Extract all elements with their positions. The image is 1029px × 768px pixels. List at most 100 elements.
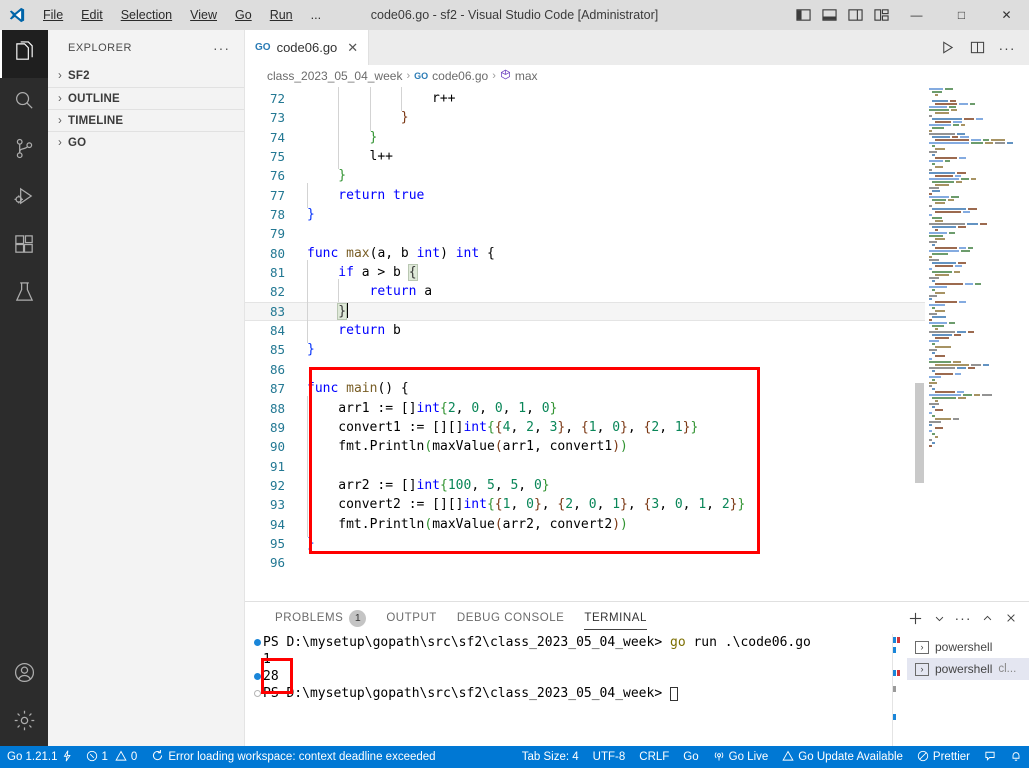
code-line[interactable]: 80 func max(a, b int) int { bbox=[245, 244, 925, 263]
editor-scrollbar-thumb[interactable] bbox=[915, 383, 924, 483]
terminal-output[interactable]: PS D:\mysetup\gopath\src\sf2\class_2023_… bbox=[245, 634, 892, 746]
breadcrumb-folder[interactable]: class_2023_05_04_week bbox=[267, 69, 402, 83]
code-line[interactable]: 78} bbox=[245, 205, 925, 224]
code-line[interactable]: 81 if a > b { bbox=[245, 260, 925, 286]
sidebar-item-go[interactable]: › GO bbox=[48, 131, 244, 153]
code-line[interactable]: 90 fmt.Println(maxValue(arr1, convert1)) bbox=[245, 434, 925, 460]
code-line[interactable]: 91 bbox=[245, 453, 925, 480]
status-eol[interactable]: CRLF bbox=[632, 746, 676, 768]
code-token: (a, b bbox=[369, 245, 417, 261]
minimize-button[interactable]: — bbox=[894, 0, 939, 30]
code-line[interactable]: 86 bbox=[245, 360, 925, 379]
code-line[interactable]: 96 bbox=[245, 553, 925, 572]
activity-item-testing[interactable] bbox=[0, 270, 48, 318]
breadcrumb-symbol[interactable]: max bbox=[500, 69, 538, 83]
activity-item-source-control[interactable] bbox=[0, 126, 48, 174]
minimap-line bbox=[925, 444, 1029, 447]
status-workspace-error[interactable]: Error loading workspace: context deadlin… bbox=[144, 746, 442, 768]
minimap-segment bbox=[929, 423, 932, 426]
run-icon[interactable] bbox=[933, 30, 961, 65]
code-line[interactable]: 79 bbox=[245, 224, 925, 243]
activity-item-search[interactable] bbox=[0, 78, 48, 126]
menu-go[interactable]: Go bbox=[226, 4, 261, 26]
code-line[interactable]: 72 r++ bbox=[245, 87, 925, 112]
menu-view[interactable]: View bbox=[181, 4, 226, 26]
menu-more[interactable]: ... bbox=[302, 4, 330, 26]
more-actions-icon[interactable]: ··· bbox=[951, 602, 975, 634]
editor-vertical-scrollbar[interactable] bbox=[915, 87, 925, 601]
code-line[interactable]: 94 fmt.Println(maxValue(arr2, convert2)) bbox=[245, 511, 925, 538]
tab-close-icon[interactable]: ✕ bbox=[347, 40, 358, 56]
terminal-list-item[interactable]: › powershell cl... bbox=[907, 658, 1029, 680]
code-line[interactable]: 73 } bbox=[245, 105, 925, 132]
menu-selection[interactable]: Selection bbox=[112, 4, 181, 26]
breadcrumb-file[interactable]: GO code06.go bbox=[414, 69, 488, 83]
minimap[interactable] bbox=[925, 87, 1029, 601]
status-tab-size[interactable]: Tab Size: 4 bbox=[515, 746, 586, 768]
sidebar-item-sf2[interactable]: › SF2 bbox=[48, 65, 244, 87]
code-line[interactable]: 74 } bbox=[245, 124, 925, 151]
activity-item-accounts[interactable] bbox=[0, 650, 48, 698]
code-token: 2 bbox=[565, 497, 574, 513]
chevron-down-icon[interactable] bbox=[927, 602, 951, 634]
minimap-segment bbox=[935, 147, 945, 150]
code-line[interactable]: 84 return b bbox=[245, 318, 925, 344]
code-line[interactable]: 77 return true bbox=[245, 182, 925, 209]
code-line[interactable]: 82 return a bbox=[245, 279, 925, 306]
code-line[interactable]: 85} bbox=[245, 340, 925, 359]
menu-file[interactable]: File bbox=[34, 4, 72, 26]
line-number: 79 bbox=[269, 226, 285, 242]
status-encoding[interactable]: UTF-8 bbox=[586, 746, 633, 768]
menu-edit[interactable]: Edit bbox=[72, 4, 112, 26]
tab-output[interactable]: OUTPUT bbox=[376, 602, 447, 634]
sidebar-item-timeline[interactable]: › TIMELINE bbox=[48, 109, 244, 131]
code-line[interactable]: 76 } bbox=[245, 166, 925, 185]
status-go-live[interactable]: Go Live bbox=[706, 746, 776, 768]
minimap-segment bbox=[945, 159, 950, 162]
status-prettier[interactable]: Prettier bbox=[910, 746, 977, 768]
status-go-update[interactable]: Go Update Available bbox=[775, 746, 910, 768]
activity-item-run-and-debug[interactable] bbox=[0, 174, 48, 222]
code-line[interactable]: 87 func main() { bbox=[245, 379, 925, 398]
terminal-list-item[interactable]: › powershell bbox=[907, 636, 1029, 658]
customize-layout-icon[interactable] bbox=[868, 0, 894, 30]
code-line[interactable]: 75 l++ bbox=[245, 143, 925, 170]
toggle-secondary-sidebar-icon[interactable] bbox=[842, 0, 868, 30]
menu-run[interactable]: Run bbox=[261, 4, 302, 26]
code-line[interactable]: 92 arr2 := []int{100, 5, 5, 0} bbox=[245, 472, 925, 499]
code-editor[interactable]: 72 r++ 73 } 74 } 75 l++ 76 } 77 return true 78… bbox=[245, 87, 1029, 601]
new-terminal-icon[interactable] bbox=[903, 602, 927, 634]
tab-terminal[interactable]: TERMINAL bbox=[574, 602, 657, 634]
minimap-segment bbox=[932, 99, 948, 102]
more-actions-icon[interactable]: ··· bbox=[993, 30, 1021, 65]
status-problems[interactable]: 1 0 bbox=[79, 746, 145, 768]
split-editor-icon[interactable] bbox=[963, 30, 991, 65]
code-line[interactable]: 93 convert2 := [][]int{{1, 0}, {2, 0, 1}… bbox=[245, 492, 925, 518]
status-go-version[interactable]: Go 1.21.1 bbox=[0, 746, 79, 768]
code-line[interactable]: 88 arr1 := []int{2, 0, 0, 1, 0} bbox=[245, 395, 925, 422]
minimap-segment bbox=[953, 123, 959, 126]
close-panel-icon[interactable] bbox=[999, 602, 1023, 634]
status-feedback[interactable] bbox=[977, 746, 1003, 768]
tab-code06-go[interactable]: GO code06.go ✕ bbox=[245, 30, 370, 65]
sidebar-item-outline[interactable]: › OUTLINE bbox=[48, 87, 244, 109]
toggle-primary-sidebar-icon[interactable] bbox=[790, 0, 816, 30]
maximize-button[interactable]: □ bbox=[939, 0, 984, 30]
status-notifications[interactable] bbox=[1003, 746, 1029, 768]
code-line[interactable]: 95} bbox=[245, 534, 925, 553]
sidebar-more-actions-icon[interactable]: ··· bbox=[207, 40, 236, 56]
maximize-panel-icon[interactable] bbox=[975, 602, 999, 634]
tab-debug-console[interactable]: DEBUG CONSOLE bbox=[447, 602, 574, 634]
tab-problems[interactable]: PROBLEMS 1 bbox=[265, 602, 376, 634]
activity-item-extensions[interactable] bbox=[0, 222, 48, 270]
toggle-panel-icon[interactable] bbox=[816, 0, 842, 30]
status-language-mode[interactable]: Go bbox=[676, 746, 705, 768]
activity-item-explorer[interactable] bbox=[0, 30, 48, 78]
minimap-segment bbox=[945, 87, 953, 90]
activity-item-manage[interactable] bbox=[0, 698, 48, 746]
code-line[interactable]: 83 } bbox=[245, 298, 925, 325]
terminal-scrollbar[interactable] bbox=[893, 634, 901, 746]
code-line[interactable]: 89 convert1 := [][]int{{4, 2, 3}, {1, 0}… bbox=[245, 414, 925, 441]
menu-more-label: ... bbox=[310, 8, 322, 22]
close-button[interactable]: ✕ bbox=[984, 0, 1029, 30]
